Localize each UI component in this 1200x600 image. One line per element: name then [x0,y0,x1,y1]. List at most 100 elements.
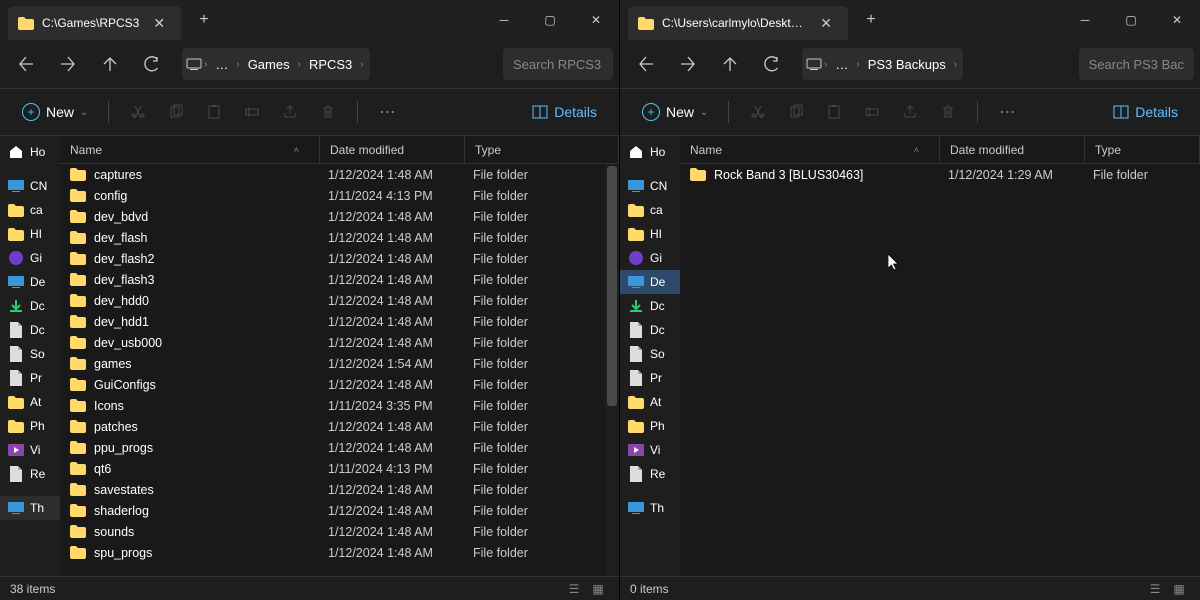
breadcrumb-item[interactable]: PS3 Backups [862,48,952,80]
breadcrumb-more[interactable]: … [829,48,854,80]
details-button[interactable]: Details [1103,100,1188,124]
more-button[interactable]: ⋯ [988,94,1026,130]
breadcrumb[interactable]: › … › Games › RPCS3 › [182,48,370,80]
sidebar-item[interactable]: Re [0,462,60,486]
file-row[interactable]: Icons1/11/2024 3:35 PMFile folder [60,395,619,416]
icons-view-button[interactable]: ▦ [1168,580,1190,598]
details-view-button[interactable]: ☰ [1144,580,1166,598]
copy-button[interactable] [777,94,815,130]
share-button[interactable] [891,94,929,130]
file-row[interactable]: qt61/11/2024 4:13 PMFile folder [60,458,619,479]
sidebar-item[interactable]: Ho [620,140,680,164]
paste-button[interactable] [815,94,853,130]
details-button[interactable]: Details [522,100,607,124]
file-row[interactable]: patches1/12/2024 1:48 AMFile folder [60,416,619,437]
sidebar-item[interactable]: Dc [0,294,60,318]
breadcrumb-item[interactable]: RPCS3 [303,48,358,80]
column-header-date[interactable]: Date modified [320,136,465,163]
sidebar-item[interactable]: De [0,270,60,294]
sidebar-item[interactable]: Dc [620,318,680,342]
column-header-type[interactable]: Type [1085,136,1200,163]
search-input[interactable]: Search PS3 Bac [1079,48,1194,80]
file-list[interactable]: Rock Band 3 [BLUS30463]1/12/2024 1:29 AM… [680,164,1200,576]
sidebar-item[interactable]: Pr [0,366,60,390]
file-row[interactable]: dev_hdd01/12/2024 1:48 AMFile folder [60,290,619,311]
file-row[interactable]: GuiConfigs1/12/2024 1:48 AMFile folder [60,374,619,395]
file-row[interactable]: dev_flash31/12/2024 1:48 AMFile folder [60,269,619,290]
file-row[interactable]: ppu_progs1/12/2024 1:48 AMFile folder [60,437,619,458]
sidebar-item[interactable]: At [0,390,60,414]
sidebar-item[interactable]: Dc [620,294,680,318]
sidebar-item[interactable]: HI [620,222,680,246]
column-header-name[interactable]: Name˄ [680,136,940,163]
file-row[interactable]: Rock Band 3 [BLUS30463]1/12/2024 1:29 AM… [680,164,1200,185]
file-row[interactable]: dev_bdvd1/12/2024 1:48 AMFile folder [60,206,619,227]
forward-button[interactable] [668,46,708,82]
sidebar-item[interactable]: Gi [0,246,60,270]
breadcrumb[interactable]: › … › PS3 Backups › [802,48,963,80]
tab-close-button[interactable]: ✕ [147,15,171,32]
sidebar-item[interactable]: At [620,390,680,414]
details-view-button[interactable]: ☰ [563,580,585,598]
file-row[interactable]: dev_flash1/12/2024 1:48 AMFile folder [60,227,619,248]
delete-button[interactable] [929,94,967,130]
sidebar-item[interactable]: Pr [620,366,680,390]
sidebar-item[interactable]: Re [620,462,680,486]
maximize-button[interactable]: ▢ [527,4,573,36]
sidebar-item[interactable]: So [620,342,680,366]
file-row[interactable]: dev_usb0001/12/2024 1:48 AMFile folder [60,332,619,353]
sidebar-item[interactable]: Gi [620,246,680,270]
file-row[interactable]: config1/11/2024 4:13 PMFile folder [60,185,619,206]
up-button[interactable] [90,46,130,82]
maximize-button[interactable]: ▢ [1108,4,1154,36]
file-row[interactable]: sounds1/12/2024 1:48 AMFile folder [60,521,619,542]
paste-button[interactable] [195,94,233,130]
sidebar-item[interactable]: So [0,342,60,366]
scrollbar[interactable] [605,164,619,576]
new-button[interactable]: + New ⌄ [632,99,718,125]
sidebar-item[interactable]: CN [0,174,60,198]
scroll-thumb[interactable] [607,166,617,406]
search-input[interactable]: Search RPCS3 [503,48,613,80]
breadcrumb-more[interactable]: … [209,48,234,80]
sidebar-item[interactable]: Ho [0,140,60,164]
cut-button[interactable] [739,94,777,130]
cut-button[interactable] [119,94,157,130]
sidebar-item[interactable]: CN [620,174,680,198]
sidebar-item[interactable]: Th [620,496,680,520]
file-row[interactable]: savestates1/12/2024 1:48 AMFile folder [60,479,619,500]
refresh-button[interactable] [752,46,792,82]
column-header-date[interactable]: Date modified [940,136,1085,163]
rename-button[interactable] [853,94,891,130]
more-button[interactable]: ⋯ [368,94,406,130]
copy-button[interactable] [157,94,195,130]
sidebar-item[interactable]: Ph [620,414,680,438]
column-header-name[interactable]: Name˄ [60,136,320,163]
rename-button[interactable] [233,94,271,130]
back-button[interactable] [6,46,46,82]
file-row[interactable]: shaderlog1/12/2024 1:48 AMFile folder [60,500,619,521]
file-row[interactable]: dev_hdd11/12/2024 1:48 AMFile folder [60,311,619,332]
close-button[interactable]: ✕ [573,4,619,36]
minimize-button[interactable]: ─ [1062,4,1108,36]
sidebar-item[interactable]: ca [620,198,680,222]
file-row[interactable]: dev_flash21/12/2024 1:48 AMFile folder [60,248,619,269]
sidebar-item[interactable]: De [620,270,680,294]
sidebar-item[interactable]: Ph [0,414,60,438]
share-button[interactable] [271,94,309,130]
breadcrumb-item[interactable]: Games [242,48,296,80]
file-row[interactable]: games1/12/2024 1:54 AMFile folder [60,353,619,374]
close-button[interactable]: ✕ [1154,4,1200,36]
column-header-type[interactable]: Type [465,136,619,163]
back-button[interactable] [626,46,666,82]
refresh-button[interactable] [132,46,172,82]
tab[interactable]: C:\Games\RPCS3 ✕ [8,6,181,40]
up-button[interactable] [710,46,750,82]
sidebar-item[interactable]: HI [0,222,60,246]
file-row[interactable]: captures1/12/2024 1:48 AMFile folder [60,164,619,185]
delete-button[interactable] [309,94,347,130]
sidebar-item[interactable]: Dc [0,318,60,342]
icons-view-button[interactable]: ▦ [587,580,609,598]
new-tab-button[interactable]: + [856,5,886,35]
new-tab-button[interactable]: + [189,5,219,35]
